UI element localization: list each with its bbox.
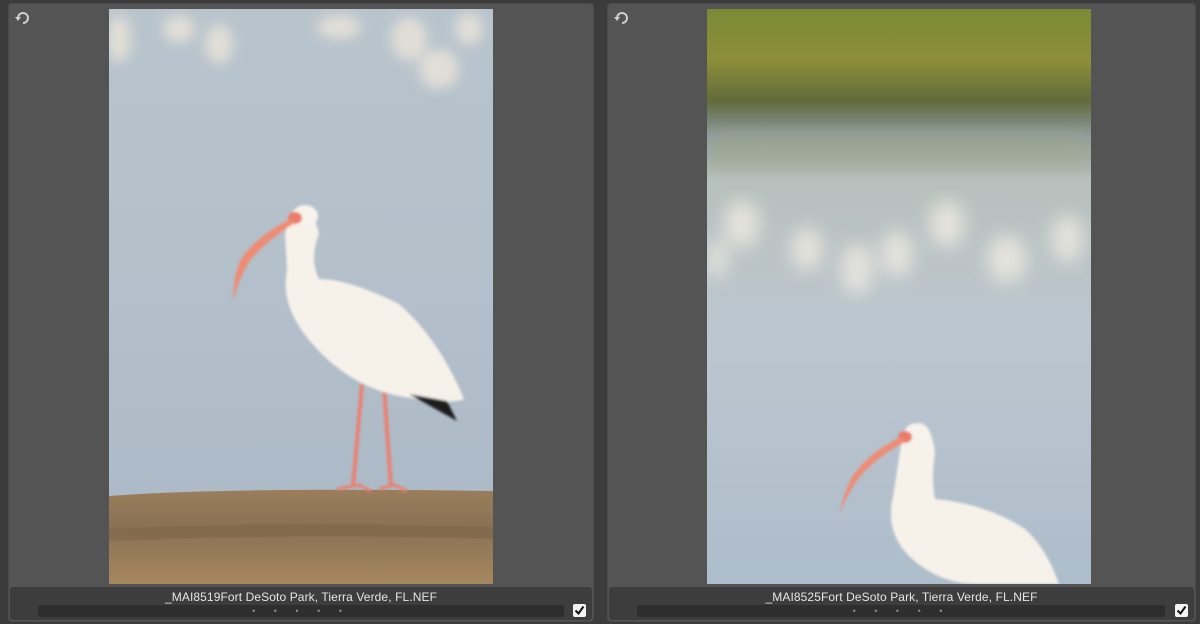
filename-label: _MAI8519Fort DeSoto Park, Tierra Verde, … (164, 590, 438, 604)
caption-bar: _MAI8525Fort DeSoto Park, Tierra Verde, … (609, 587, 1194, 620)
rating-dot[interactable]: • (339, 607, 350, 616)
checkmark-icon (574, 605, 585, 616)
rating-dot[interactable]: • (317, 607, 328, 616)
select-checkbox[interactable] (1175, 604, 1188, 617)
rating-dot[interactable]: • (274, 607, 285, 616)
compare-viewer: _MAI8519Fort DeSoto Park, Tierra Verde, … (0, 0, 1200, 624)
photo-thumbnail[interactable] (109, 9, 493, 584)
rating-dot[interactable]: • (939, 607, 950, 616)
rating-dot[interactable]: • (252, 607, 263, 616)
filename-label: _MAI8525Fort DeSoto Park, Tierra Verde, … (765, 590, 1038, 604)
rating-dot[interactable]: • (874, 607, 885, 616)
rating-dot[interactable]: • (295, 607, 306, 616)
rating-dot[interactable]: • (896, 607, 907, 616)
rotate-icon[interactable] (613, 9, 631, 27)
rating-dot[interactable]: • (918, 607, 929, 616)
star-rating[interactable]: • • • • • (609, 607, 1194, 616)
checkmark-icon (1176, 605, 1187, 616)
image-panel-left[interactable]: _MAI8519Fort DeSoto Park, Tierra Verde, … (8, 3, 594, 622)
caption-bar: _MAI8519Fort DeSoto Park, Tierra Verde, … (10, 587, 592, 620)
star-rating[interactable]: • • • • • (10, 607, 592, 616)
rotate-icon[interactable] (14, 9, 32, 27)
photo-thumbnail[interactable] (707, 9, 1091, 584)
select-checkbox[interactable] (573, 604, 586, 617)
image-panel-right[interactable]: _MAI8525Fort DeSoto Park, Tierra Verde, … (607, 3, 1196, 622)
rating-dot[interactable]: • (853, 607, 864, 616)
